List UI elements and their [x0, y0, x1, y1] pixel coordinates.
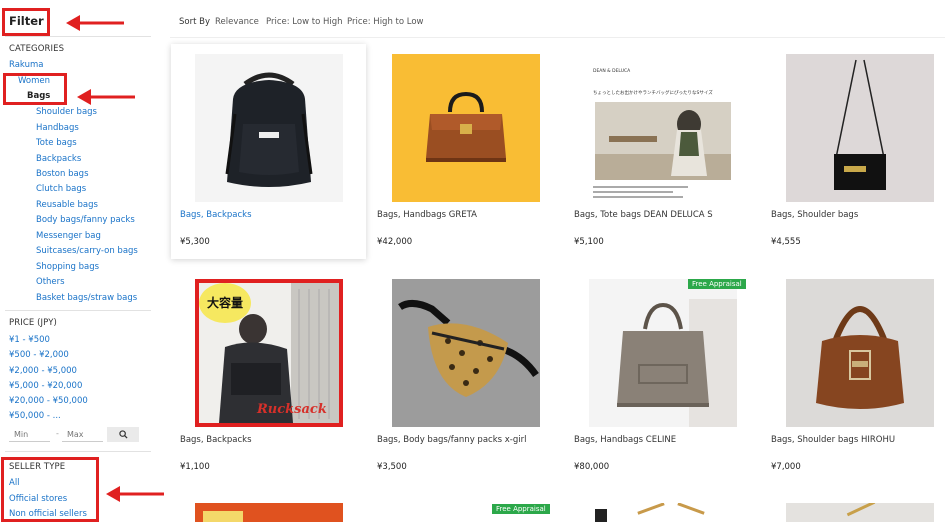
product-card[interactable]: Bags, Shoulder bags ¥4,555	[762, 44, 945, 259]
product-price: ¥4,555	[771, 237, 801, 247]
product-card[interactable]: Bags, Shoulder bags HIROHU ¥7,000	[762, 269, 945, 484]
product-title[interactable]: Bags, Body bags/fanny packs x-girl	[377, 435, 526, 445]
subcategory-link[interactable]: Others	[36, 277, 65, 287]
product-title[interactable]: Bags, Tote bags DEAN DELUCA S	[574, 210, 713, 220]
product-price: ¥5,300	[180, 237, 210, 247]
annotation-box-category	[3, 73, 67, 105]
product-image-tote[interactable]: DEAN & DELUCA ちょっとしたお出かけやランチバッグにぴったりなSサイ…	[589, 54, 737, 202]
divider	[5, 310, 151, 311]
product-image-shoulder-bag[interactable]	[786, 54, 934, 202]
free-appraisal-badge: Free Appraisal	[688, 279, 746, 289]
product-image-body-bag[interactable]	[392, 279, 540, 427]
subcategory-link[interactable]: Body bags/fanny packs	[36, 215, 135, 225]
price-range-link[interactable]: ¥50,000 - ...	[9, 411, 61, 421]
price-min-input[interactable]	[9, 427, 50, 442]
subcategory-link[interactable]: Shopping bags	[36, 262, 99, 272]
product-title[interactable]: Bags, Handbags GRETA	[377, 210, 477, 220]
product-title[interactable]: Bags, Handbags CELINE	[574, 435, 676, 445]
product-card[interactable]: DEAN & DELUCA ちょっとしたお出かけやランチバッグにぴったりなSサイ…	[565, 44, 760, 259]
product-title[interactable]: Bags, Backpacks	[180, 210, 252, 220]
product-card[interactable]: Free Appraisal Bags, Handbags CELINE ¥80…	[565, 269, 760, 484]
product-image-celine-bag[interactable]	[589, 279, 737, 427]
tote-image: DEAN & DELUCA ちょっとしたお出かけやランチバッグにぴったりなSサイ…	[589, 54, 737, 202]
price-max-input[interactable]	[62, 427, 103, 442]
product-card[interactable]: Bags, Body bags/fanny packs x-girl ¥3,50…	[368, 269, 563, 484]
subcategory-link[interactable]: Tote bags	[36, 138, 77, 148]
product-card[interactable]: Bags, Backpacks ¥5,300	[171, 44, 366, 259]
tote-brand-text: DEAN & DELUCA	[593, 68, 631, 74]
subcategory-link[interactable]: Shoulder bags	[36, 107, 97, 117]
product-image-partial[interactable]	[589, 503, 737, 522]
subcategory-link[interactable]: Basket bags/straw bags	[36, 293, 137, 303]
product-price: ¥42,000	[377, 237, 413, 247]
tote-headline-text: ちょっとしたお出かけやランチバッグにぴったりなSサイズ	[593, 89, 713, 96]
backpack-large-image: 大容量 Rucksack	[195, 279, 343, 427]
handbag-image	[392, 54, 540, 202]
sort-bar: Sort By Relevance Price: Low to High Pri…	[170, 0, 945, 38]
celine-bag-image	[589, 279, 737, 427]
sort-relevance[interactable]: Relevance	[215, 17, 259, 27]
subcategory-link[interactable]: Reusable bags	[36, 200, 98, 210]
price-search-button[interactable]	[107, 427, 139, 442]
product-card[interactable]: Bags, Handbags GRETA ¥42,000	[368, 44, 563, 259]
price-range-link[interactable]: ¥5,000 - ¥20,000	[9, 381, 82, 391]
product-title[interactable]: Bags, Shoulder bags HIROHU	[771, 435, 895, 445]
product-price: ¥5,100	[574, 237, 604, 247]
body-bag-image	[392, 279, 540, 427]
product-image-partial[interactable]	[195, 503, 343, 522]
subcategory-link[interactable]: Suitcases/carry-on bags	[36, 246, 138, 256]
annotation-box-seller-type	[1, 457, 99, 522]
hobo-bag-image	[786, 279, 934, 427]
subcategory-link[interactable]: Clutch bags	[36, 184, 86, 194]
annotation-arrow	[106, 486, 164, 502]
sort-by-label: Sort By	[179, 17, 210, 27]
price-separator: -	[56, 429, 59, 438]
product-image-backpack-large[interactable]: 大容量 Rucksack	[195, 279, 343, 427]
product-title[interactable]: Bags, Backpacks	[180, 435, 252, 445]
search-icon	[118, 430, 128, 439]
annotation-arrow	[77, 89, 135, 105]
shoulder-bag-image	[786, 54, 934, 202]
divider	[5, 36, 151, 37]
sort-price-low-high[interactable]: Price: Low to High	[266, 17, 343, 27]
price-range-link[interactable]: ¥500 - ¥2,000	[9, 350, 69, 360]
annotation-arrow	[66, 15, 124, 31]
product-price: ¥80,000	[574, 462, 610, 472]
capacity-label: 大容量	[207, 295, 243, 310]
divider	[5, 451, 151, 452]
product-image-hobo-bag[interactable]	[786, 279, 934, 427]
category-link-rakuma[interactable]: Rakuma	[9, 60, 43, 70]
backpack-image	[195, 54, 343, 202]
product-image-handbag[interactable]	[392, 54, 540, 202]
product-title[interactable]: Bags, Shoulder bags	[771, 210, 858, 220]
annotation-box-filter	[2, 8, 50, 36]
product-price: ¥3,500	[377, 462, 407, 472]
product-image-backpack[interactable]	[195, 54, 343, 202]
product-card[interactable]: 大容量 Rucksack Bags, Backpacks ¥1,100	[171, 269, 366, 484]
price-range-link[interactable]: ¥1 - ¥500	[9, 335, 50, 345]
price-range-link[interactable]: ¥20,000 - ¥50,000	[9, 396, 88, 406]
subcategory-link[interactable]: Handbags	[36, 123, 79, 133]
product-image-partial[interactable]	[786, 503, 934, 522]
subcategory-link[interactable]: Messenger bag	[36, 231, 101, 241]
sort-price-high-low[interactable]: Price: High to Low	[347, 17, 424, 27]
rucksack-label: Rucksack	[256, 402, 327, 417]
product-price: ¥7,000	[771, 462, 801, 472]
categories-title: CATEGORIES	[9, 44, 65, 54]
price-title: PRICE (JPY)	[9, 318, 57, 328]
price-range-link[interactable]: ¥2,000 - ¥5,000	[9, 366, 77, 376]
subcategory-link[interactable]: Boston bags	[36, 169, 89, 179]
subcategory-link[interactable]: Backpacks	[36, 154, 81, 164]
free-appraisal-badge: Free Appraisal	[492, 504, 550, 514]
product-price: ¥1,100	[180, 462, 210, 472]
